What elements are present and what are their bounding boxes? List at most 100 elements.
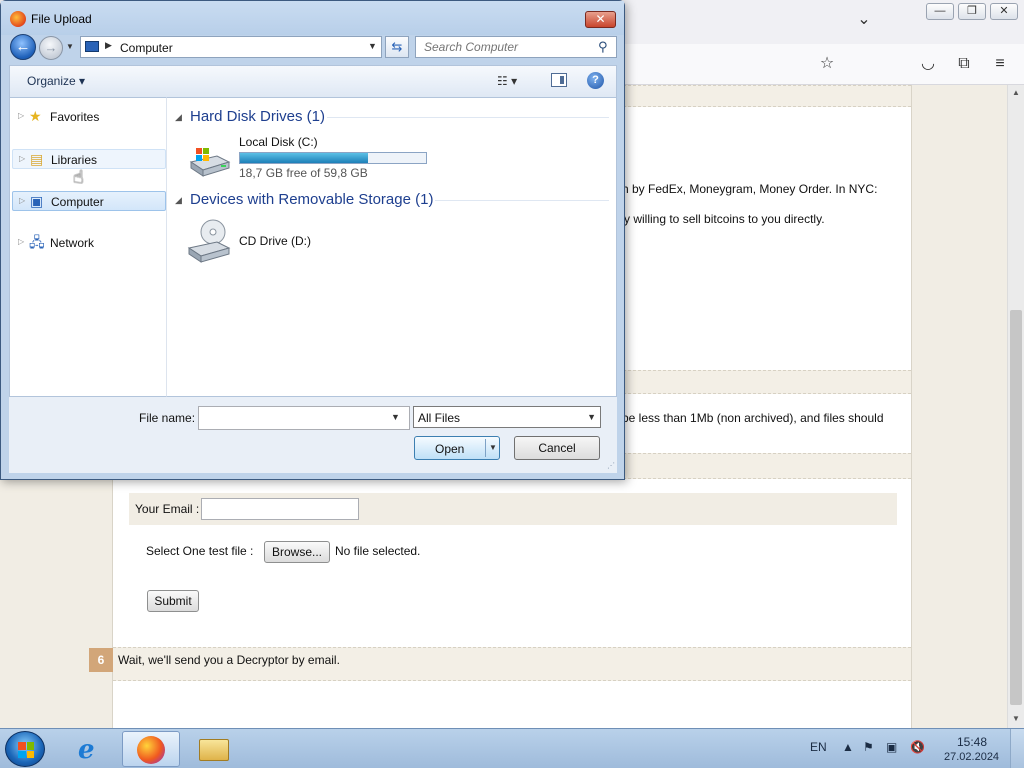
help-button[interactable]: ? [587, 72, 604, 89]
drive-usage-fill [240, 153, 368, 163]
firefox-icon [10, 11, 26, 27]
ie-icon: e [78, 735, 95, 765]
pocket-icon[interactable]: ◡ [916, 52, 940, 76]
change-view-button[interactable]: ☷ ▾ [497, 74, 517, 88]
scroll-up-icon[interactable]: ▲ [1011, 88, 1021, 98]
navigation-pane: ▷ ★ Favorites ▷ ▤ Libraries ▷ ▣ Computer… [9, 97, 167, 397]
network-status-icon[interactable]: ▣ [886, 740, 897, 754]
drive-name: CD Drive (D:) [239, 234, 311, 248]
preview-pane-icon[interactable] [551, 73, 567, 87]
search-input[interactable] [416, 37, 594, 57]
nav-item-label: Computer [51, 195, 104, 209]
dialog-title: File Upload [31, 12, 92, 26]
close-window-button[interactable]: ✕ [990, 3, 1018, 20]
action-center-flag-icon[interactable]: ⚑ [863, 740, 874, 754]
hand-pointer-cursor-icon: ☝ [73, 167, 84, 187]
collapse-group-icon[interactable]: ◢ [175, 112, 182, 123]
bookmark-star-icon[interactable]: ☆ [815, 52, 839, 76]
browse-button[interactable]: Browse... [264, 541, 330, 563]
group-divider [327, 117, 609, 118]
cancel-button[interactable]: Cancel [514, 436, 600, 460]
breadcrumb-location[interactable]: Computer [120, 41, 173, 55]
windows-logo-icon [18, 742, 34, 758]
group-header-removable[interactable]: Devices with Removable Storage (1) [190, 191, 433, 208]
address-dropdown-icon[interactable]: ▼ [368, 41, 377, 51]
email-row: Your Email : [129, 493, 897, 525]
recent-locations-dropdown-icon[interactable]: ▼ [66, 42, 74, 51]
computer-icon: ▣ [30, 193, 44, 209]
back-button[interactable]: ← [10, 34, 36, 60]
nav-item-libraries[interactable]: ▷ ▤ Libraries [12, 149, 166, 169]
open-options-dropdown-icon[interactable]: ▼ [489, 443, 497, 452]
expand-arrow-icon[interactable]: ▷ [19, 154, 25, 163]
expand-arrow-icon[interactable]: ▷ [19, 196, 25, 205]
file-name-label: File name: [139, 411, 196, 425]
menu-hamburger-icon[interactable]: ≡ [988, 52, 1012, 76]
minimize-button[interactable]: — [926, 3, 954, 20]
page-text-line: be less than 1Mb (non archived), and fil… [622, 411, 884, 425]
volume-muted-icon[interactable]: 🔇 [910, 740, 925, 754]
computer-icon [85, 41, 99, 52]
no-file-status: No file selected. [335, 544, 421, 558]
extensions-icon[interactable]: ⧉ [952, 52, 976, 76]
organize-button[interactable]: Organize ▾ [27, 74, 85, 88]
star-icon: ★ [29, 108, 42, 124]
file-type-value: All Files [418, 411, 461, 425]
email-field[interactable] [201, 498, 359, 520]
scroll-down-icon[interactable]: ▼ [1011, 714, 1021, 724]
refresh-button[interactable]: ⇆ [385, 36, 409, 58]
email-label: Your Email : [135, 502, 200, 516]
firefox-icon [137, 736, 165, 764]
step-number-badge: 6 [89, 648, 113, 672]
submit-button[interactable]: Submit [147, 590, 199, 612]
show-hidden-icons-icon[interactable]: ▲ [842, 740, 854, 754]
file-list-pane: ◢ Hard Disk Drives (1) Local Disk (C:) 1… [167, 97, 617, 397]
taskbar-firefox[interactable] [122, 731, 180, 767]
group-divider [435, 200, 609, 201]
resize-grip-icon[interactable]: ⋰ [607, 461, 615, 470]
breadcrumb-separator-icon[interactable]: ▶ [105, 40, 112, 51]
start-button[interactable] [5, 731, 45, 767]
nav-item-computer[interactable]: ▷ ▣ Computer [12, 191, 166, 211]
taskbar: e EN ▲ ⚑ ▣ 🔇 15:48 27.02.2024 [0, 728, 1024, 768]
file-upload-dialog: File Upload ✕ ← → ▼ ▶ Computer ▼ ⇆ ⚲ Org… [0, 0, 625, 480]
address-bar[interactable]: ▶ Computer ▼ [80, 36, 382, 58]
scrollbar-thumb[interactable] [1010, 310, 1022, 705]
maximize-button[interactable]: ❐ [958, 3, 986, 20]
dialog-title-bar[interactable]: File Upload ✕ [1, 1, 624, 35]
search-icon[interactable]: ⚲ [598, 39, 608, 55]
input-language-indicator[interactable]: EN [810, 740, 827, 754]
dialog-footer: File name: ▼ All Files ▼ Open ▼ Cancel ⋰ [9, 397, 617, 473]
expand-arrow-icon[interactable]: ▷ [18, 111, 24, 120]
libraries-icon: ▤ [30, 151, 44, 167]
list-tabs-chevron-icon[interactable]: ⌄ [852, 8, 876, 32]
split-divider [485, 439, 486, 457]
expand-arrow-icon[interactable]: ▷ [18, 237, 24, 246]
chevron-down-icon: ▼ [587, 412, 596, 422]
dialog-close-button[interactable]: ✕ [585, 11, 616, 28]
file-name-input[interactable] [198, 406, 410, 430]
drive-usage-bar [239, 152, 427, 164]
show-desktop-button[interactable] [1010, 729, 1024, 768]
network-icon: 🖧 [29, 234, 45, 250]
drive-free-space: 18,7 GB free of 59,8 GB [239, 166, 368, 180]
taskbar-windows-explorer[interactable] [184, 731, 242, 767]
page-scrollbar[interactable]: ▲ ▼ [1007, 85, 1024, 728]
drive-name: Local Disk (C:) [239, 135, 318, 149]
collapse-group-icon[interactable]: ◢ [175, 195, 182, 206]
nav-item-favorites[interactable]: ▷ ★ Favorites [12, 107, 166, 127]
cd-drive-icon [187, 219, 231, 263]
search-box: ⚲ [415, 36, 617, 58]
nav-item-network[interactable]: ▷ 🖧 Network [12, 233, 166, 253]
nav-item-label: Network [50, 236, 95, 250]
forward-button[interactable]: → [39, 36, 63, 60]
nav-item-label: Favorites [50, 110, 100, 124]
hard-disk-icon [189, 148, 231, 177]
open-button[interactable]: Open ▼ [414, 436, 500, 460]
group-header-hard-disks[interactable]: Hard Disk Drives (1) [190, 108, 325, 125]
taskbar-internet-explorer[interactable]: e [62, 731, 120, 767]
clock-time[interactable]: 15:48 [957, 735, 987, 749]
page-text-line: h by FedEx, Moneygram, Money Order. In N… [622, 182, 878, 196]
clock-date[interactable]: 27.02.2024 [944, 751, 999, 763]
file-type-select[interactable]: All Files ▼ [413, 406, 601, 428]
